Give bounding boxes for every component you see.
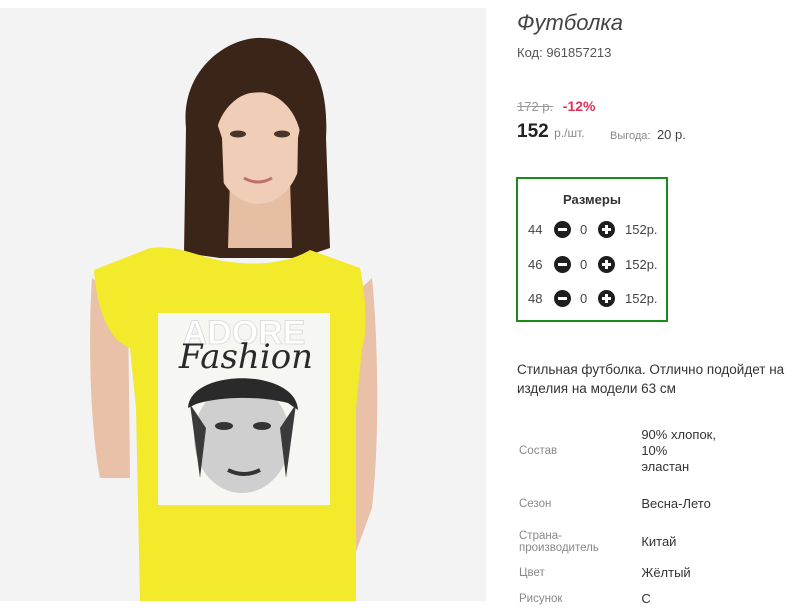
size-row-48: 48 0 152р.	[518, 289, 668, 309]
property-label: Страна-производитель	[519, 530, 599, 554]
discount-badge: -12%	[562, 98, 596, 114]
model-illustration: ADORE Fashion	[0, 8, 486, 601]
quantity-value: 0	[580, 291, 588, 306]
property-row: Цвет Жёлтый	[517, 560, 717, 586]
property-row: Состав 90% хлопок, 10% эластан	[517, 418, 717, 484]
print-script-text: Fashion	[178, 337, 313, 377]
product-title: Футболка	[517, 10, 623, 35]
increase-quantity-button[interactable]	[598, 290, 615, 307]
property-row: Страна-производитель Китай	[517, 524, 717, 560]
size-price: 152р.	[625, 257, 658, 272]
property-value: Весна-Лето	[641, 496, 711, 511]
savings-value: 20 р.	[656, 127, 686, 142]
size-price: 152р.	[625, 222, 658, 237]
property-value: Китай	[641, 534, 677, 549]
product-photo[interactable]: ADORE Fashion	[0, 8, 486, 601]
property-label: Сезон	[519, 498, 552, 510]
old-price-row: 172 р. -12%	[517, 98, 595, 114]
quantity-value: 0	[580, 222, 588, 237]
property-label: Рисунок	[519, 593, 563, 605]
old-price: 172 р.	[517, 99, 554, 114]
decrease-quantity-button[interactable]	[554, 256, 571, 273]
size-label: 44	[528, 222, 543, 237]
property-label: Цвет	[519, 567, 545, 579]
price-row: 152 р./шт. Выгода: 20 р.	[517, 121, 686, 143]
savings: Выгода: 20 р.	[610, 126, 686, 144]
size-price: 152р.	[625, 291, 658, 306]
property-row: Рисунок С	[517, 586, 717, 612]
current-price: 152	[517, 121, 549, 142]
increase-quantity-button[interactable]	[598, 221, 615, 238]
sizes-panel: Размеры 44 0 152р. 46 0 152р. 48 0 152р.	[516, 177, 668, 322]
increase-quantity-button[interactable]	[598, 256, 615, 273]
decrease-quantity-button[interactable]	[554, 221, 571, 238]
properties-table: Состав 90% хлопок, 10% эластан Сезон Вес…	[517, 418, 717, 612]
property-value: Жёлтый	[641, 565, 691, 580]
description-line: Стильная футболка. Отлично подойдет на	[517, 362, 785, 377]
size-label: 46	[528, 257, 543, 272]
size-row-44: 44 0 152р.	[518, 220, 668, 240]
quantity-value: 0	[580, 257, 588, 272]
price-unit: р./шт.	[554, 126, 585, 140]
property-label: Состав	[519, 445, 558, 457]
property-value: 90% хлопок, 10% эластан	[641, 427, 716, 474]
product-code: Код: 961857213	[517, 45, 612, 60]
product-description: Стильная футболка. Отлично подойдет на и…	[517, 360, 794, 398]
property-value: С	[641, 591, 651, 606]
property-row: Сезон Весна-Лето	[517, 484, 717, 524]
size-label: 48	[528, 291, 543, 306]
decrease-quantity-button[interactable]	[554, 290, 571, 307]
size-row-46: 46 0 152р.	[518, 255, 668, 275]
description-line: изделия на модели 63 см	[517, 381, 676, 396]
savings-label: Выгода:	[610, 130, 651, 142]
sizes-title: Размеры	[563, 192, 621, 207]
